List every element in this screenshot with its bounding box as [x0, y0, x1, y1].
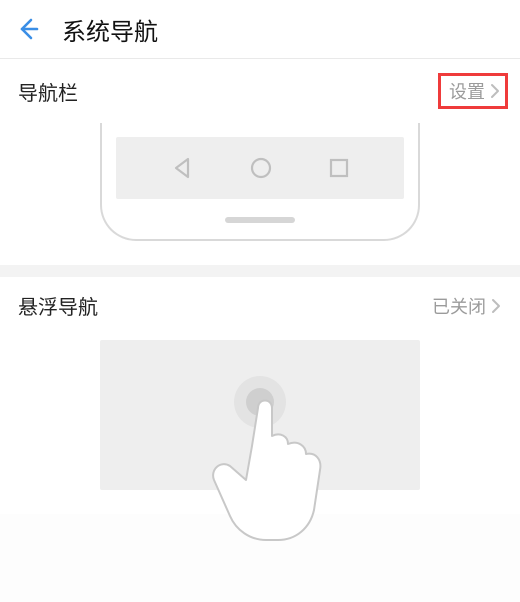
section-gap [0, 265, 520, 277]
floatnav-label: 悬浮导航 [18, 291, 98, 320]
android-navbar [116, 137, 404, 199]
floatnav-illustration [0, 334, 520, 514]
page-title: 系统导航 [62, 12, 158, 47]
chevron-right-icon [490, 297, 502, 315]
chevron-right-icon [489, 82, 501, 100]
home-indicator [225, 217, 295, 223]
floatnav-row[interactable]: 悬浮导航 已关闭 [0, 277, 520, 334]
floatnav-frame [100, 340, 420, 490]
nav-home-icon [248, 155, 274, 181]
phone-frame [100, 123, 420, 241]
nav-back-icon [169, 155, 195, 181]
back-arrow-icon [15, 16, 41, 42]
navbar-label: 导航栏 [18, 77, 78, 106]
navbar-value-wrap: 设置 [438, 73, 502, 109]
header-bar: 系统导航 [0, 0, 520, 58]
settings-highlight: 设置 [438, 73, 508, 109]
nav-recent-icon [327, 156, 351, 180]
back-button[interactable] [12, 13, 44, 45]
navbar-value: 设置 [449, 78, 485, 104]
floatnav-value-wrap: 已关闭 [432, 293, 502, 319]
navbar-settings-row[interactable]: 导航栏 设置 [0, 59, 520, 123]
floatnav-value: 已关闭 [432, 293, 486, 319]
hand-pointer-icon [180, 350, 380, 570]
navbar-illustration [0, 123, 520, 265]
